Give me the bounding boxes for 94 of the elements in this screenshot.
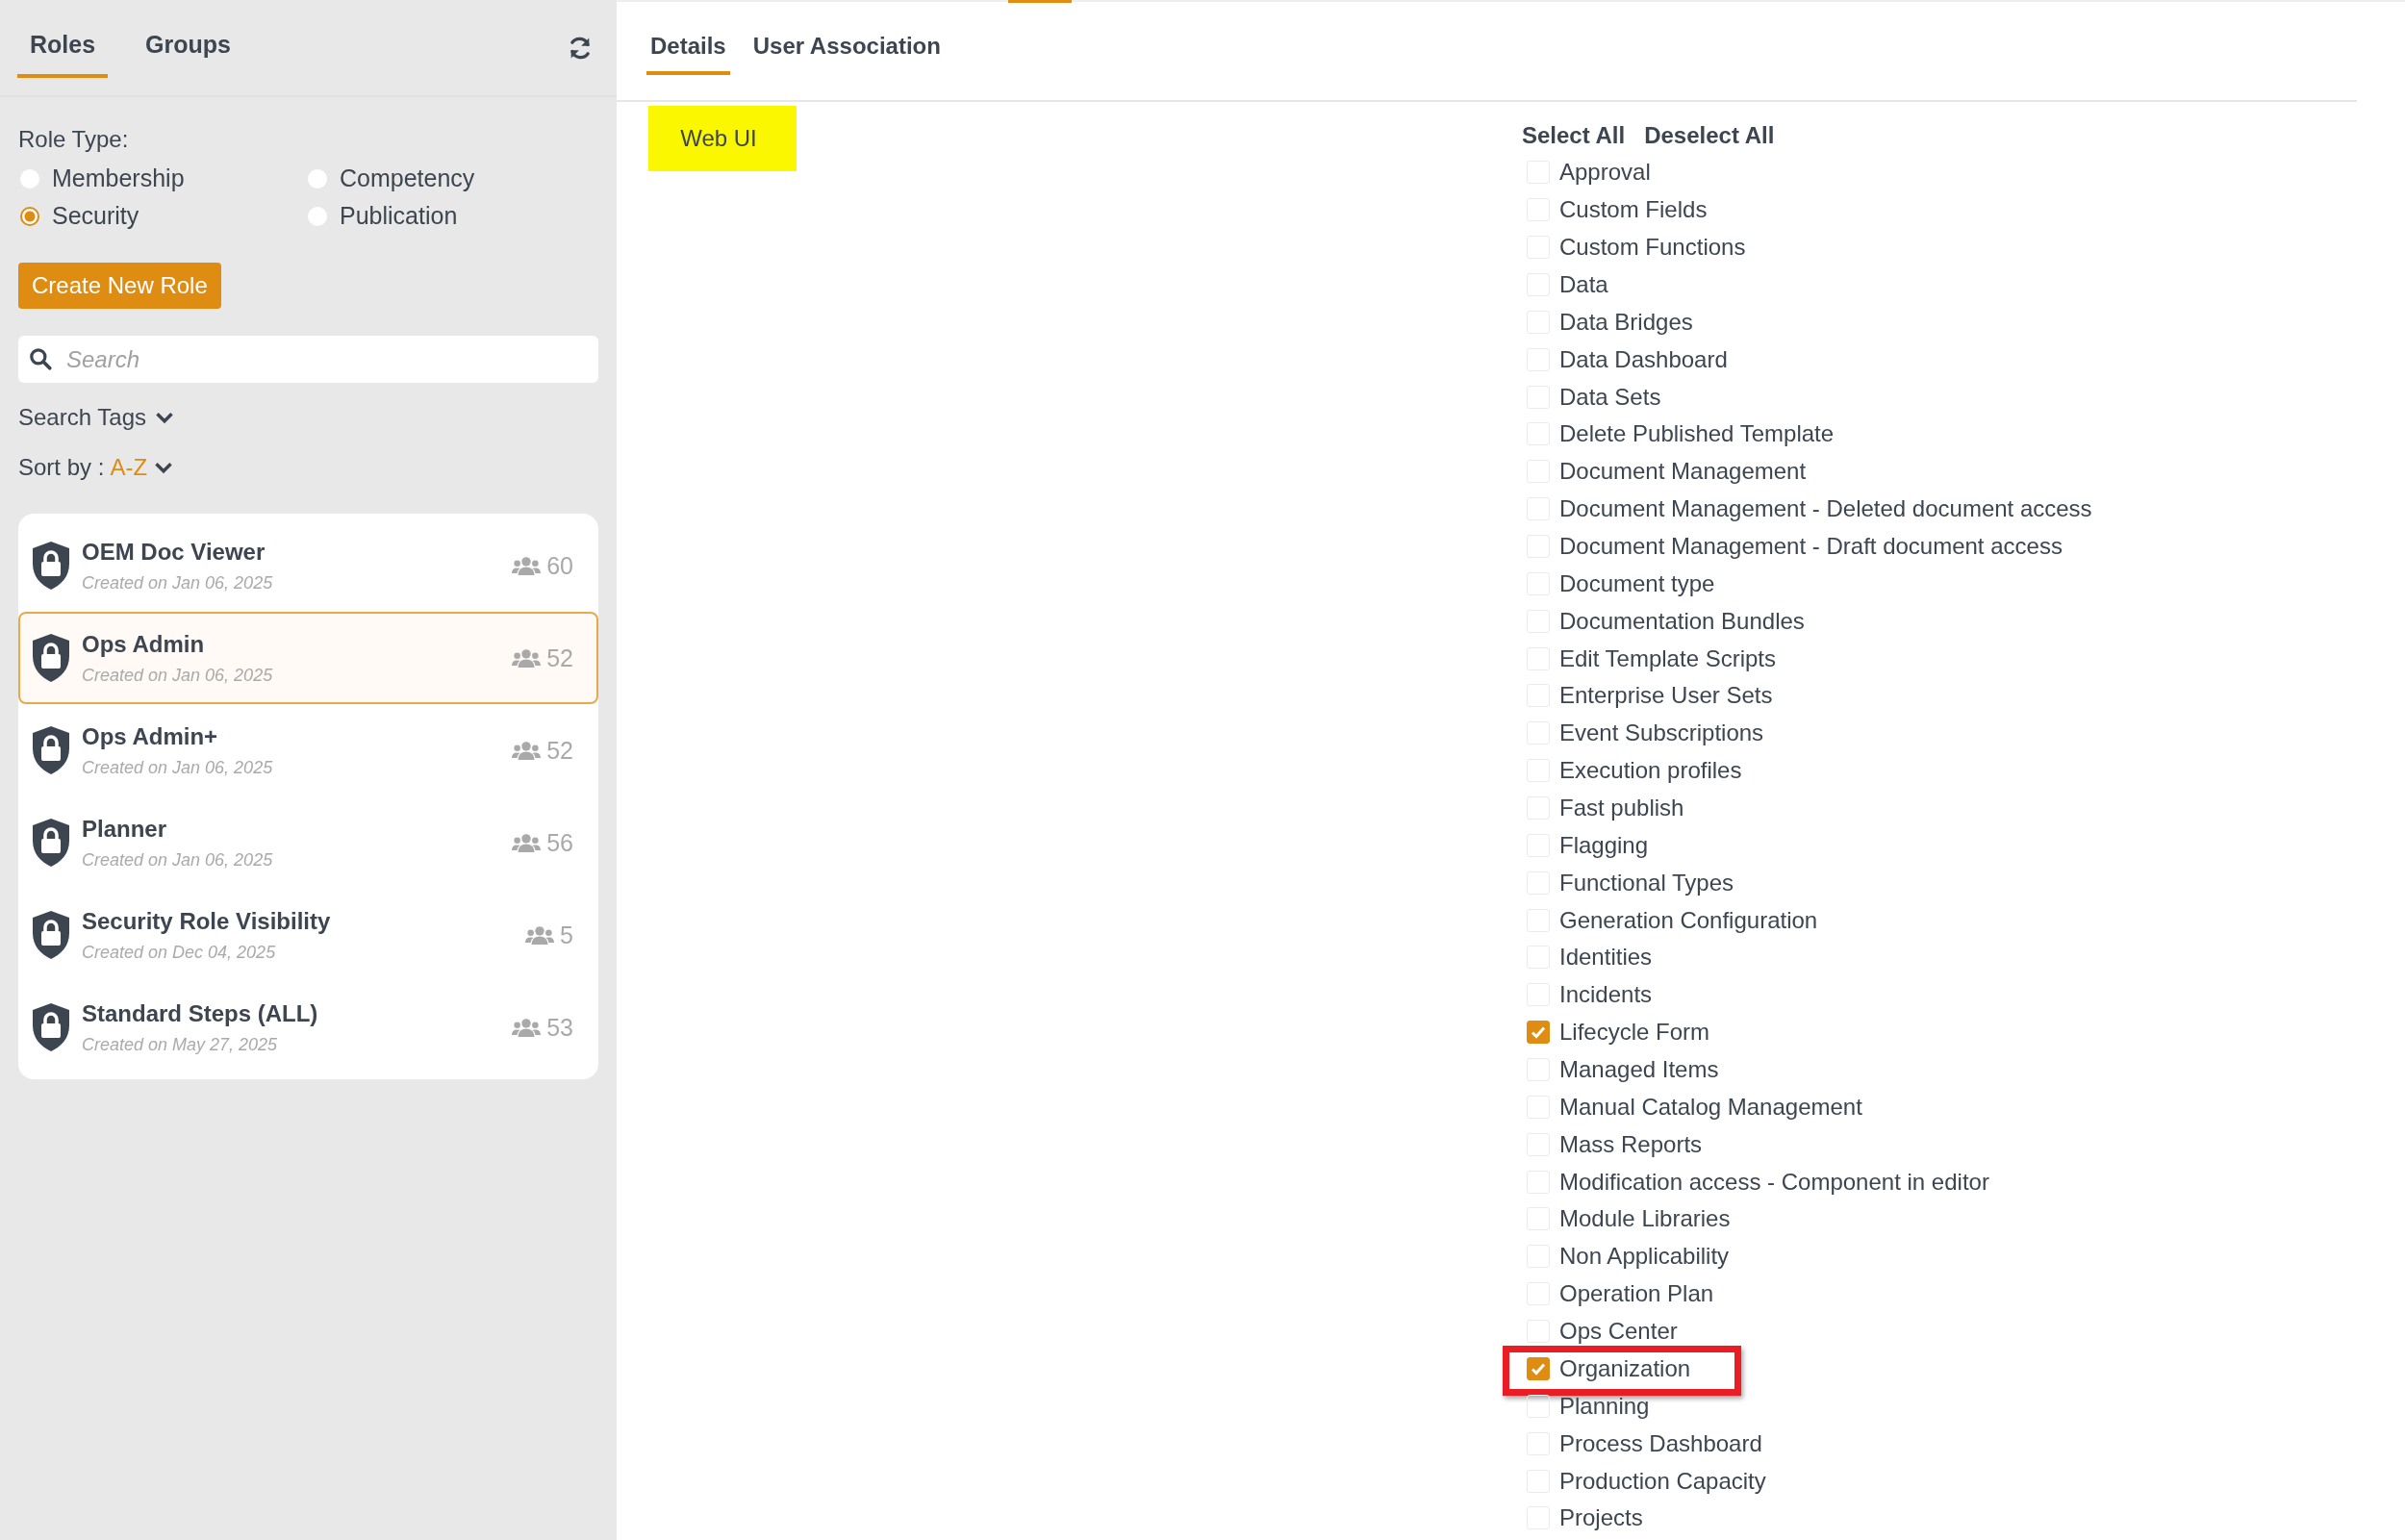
permission-label: Production Capacity (1559, 1467, 1766, 1495)
member-count: 52 (546, 736, 573, 765)
details-tab[interactable]: User Association (748, 2, 945, 75)
permission-label: Operation Plan (1559, 1280, 1714, 1308)
permission-label: Document Management (1559, 458, 1807, 486)
role-created-date: Created on May 27, 2025 (82, 1034, 279, 1055)
permission-label: Document Management - Draft document access (1559, 533, 2063, 560)
permission-label: Document Management - Deleted document access (1559, 495, 2092, 523)
shield-lock-icon (32, 818, 70, 868)
permission-label: Managed Items (1559, 1056, 1719, 1084)
permission-label: Data (1559, 271, 1608, 298)
permission-label: Process Dashboard (1559, 1429, 1762, 1457)
role-created-date: Created on Jan 06, 2025 (82, 849, 274, 871)
sort-label: Sort by : (18, 454, 105, 481)
permission-label: Functional Types (1559, 869, 1734, 896)
sidebar-tab[interactable]: Roles (17, 0, 109, 78)
radio-label: Competency (340, 164, 475, 192)
sidebar-tab[interactable]: Groups (133, 0, 243, 78)
role-name: Planner (82, 815, 168, 843)
permission-label: Fast publish (1559, 795, 1684, 822)
member-count: 60 (546, 551, 573, 580)
radio-button[interactable] (20, 206, 39, 226)
permission-label: Data Bridges (1559, 308, 1693, 336)
radio-label: Membership (52, 164, 185, 192)
search-icon (28, 346, 53, 371)
role-created-date: Created on Dec 04, 2025 (82, 942, 277, 963)
search-tags-dropdown[interactable]: Search Tags (18, 404, 175, 431)
role-name: OEM Doc Viewer (82, 538, 266, 566)
permission-label: Lifecycle Form (1559, 1019, 1710, 1047)
permission-label: Execution profiles (1559, 757, 1742, 785)
users-icon (512, 832, 542, 853)
permission-label: Documentation Bundles (1559, 607, 1805, 635)
permission-label: Module Libraries (1559, 1205, 1731, 1233)
chevron-icon (154, 410, 175, 425)
permission-label: Non Applicability (1559, 1243, 1730, 1271)
permission-label: Enterprise User Sets (1559, 682, 1773, 710)
shield-lock-icon (32, 725, 70, 775)
checkbox[interactable] (1527, 1356, 1550, 1380)
role-item[interactable]: Planner Created on Jan 06, 2025 56 (18, 796, 598, 889)
role-type-label: Role Type: (18, 126, 130, 153)
permission-label: Approval (1559, 159, 1651, 187)
users-icon (512, 1017, 542, 1038)
search-field[interactable]: Search (18, 336, 598, 383)
role-name: Security Role Visibility (82, 907, 332, 935)
select-all-link[interactable]: Select All (1522, 122, 1626, 149)
checkbox[interactable] (1527, 1021, 1550, 1045)
permission-label: Identities (1559, 944, 1653, 972)
shield-lock-icon (32, 541, 70, 591)
role-item[interactable]: OEM Doc Viewer Created on Jan 06, 2025 60 (18, 519, 598, 612)
permission-label: Ops Center (1559, 1318, 1678, 1346)
permission-label: Data Sets (1559, 383, 1661, 411)
category-label[interactable]: Web UI (648, 106, 797, 171)
permission-label: Document type (1559, 569, 1715, 597)
member-count: 56 (546, 828, 573, 857)
permission-label: Event Subscriptions (1559, 720, 1764, 747)
permission-label: Data Dashboard (1559, 345, 1728, 373)
role-created-date: Created on Jan 06, 2025 (82, 757, 274, 778)
member-count: 5 (560, 921, 573, 949)
permission-label: Edit Template Scripts (1559, 644, 1776, 672)
permission-label: Projects (1559, 1504, 1643, 1532)
users-icon (512, 740, 542, 761)
details-tab[interactable]: Details (646, 2, 730, 75)
role-item[interactable]: Ops Admin+ Created on Jan 06, 2025 52 (18, 704, 598, 796)
permission-label: Delete Published Template (1559, 420, 1835, 448)
permission-label: Planning (1559, 1392, 1650, 1420)
users-icon (512, 555, 542, 576)
role-name: Ops Admin+ (82, 722, 219, 750)
member-count: 53 (546, 1013, 573, 1042)
permission-label: Organization (1559, 1354, 1691, 1382)
shield-lock-icon (32, 1002, 70, 1052)
permission-label: Mass Reports (1559, 1130, 1703, 1158)
shield-lock-icon (32, 633, 70, 683)
role-created-date: Created on Jan 06, 2025 (82, 572, 274, 593)
shield-lock-icon (32, 910, 70, 960)
role-name: Standard Steps (ALL) (82, 999, 319, 1027)
permission-label: Generation Configuration (1559, 906, 1818, 934)
member-count: 52 (546, 644, 573, 672)
role-item[interactable]: Security Role Visibility Created on Dec 04, 2025 5 (18, 889, 598, 981)
role-created-date: Created on Jan 06, 2025 (82, 665, 274, 686)
deselect-all-link[interactable]: Deselect All (1644, 122, 1775, 149)
chevron-icon[interactable] (153, 460, 175, 475)
permission-label: Custom Fields (1559, 196, 1708, 224)
radio-label: Security (52, 202, 139, 230)
radio-label: Publication (340, 202, 458, 230)
permission-label: Flagging (1559, 831, 1649, 859)
users-icon (525, 924, 555, 946)
permission-label: Modification access - Component in editor (1559, 1168, 1989, 1196)
users-icon (512, 647, 542, 669)
role-name: Ops Admin (82, 630, 206, 658)
role-item[interactable]: Ops Admin Created on Jan 06, 2025 52 (18, 612, 598, 704)
permission-label: Custom Functions (1559, 234, 1746, 262)
permission-label: Incidents (1559, 981, 1653, 1009)
permission-label: Manual Catalog Management (1559, 1093, 1862, 1121)
role-item[interactable]: Standard Steps (ALL) Created on May 27, 2025 53 (18, 981, 598, 1073)
